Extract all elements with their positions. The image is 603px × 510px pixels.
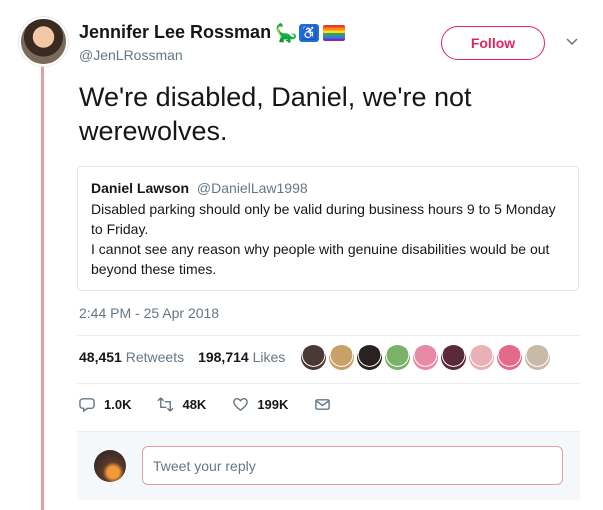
likes-label: Likes	[252, 349, 286, 365]
author-name-row: Jennifer Lee Rossman 🦕 ♿	[79, 22, 346, 43]
liker-avatar[interactable]	[413, 345, 438, 370]
dinosaur-icon: 🦕	[275, 22, 298, 43]
retweets-stat[interactable]: 48,451 Retweets	[79, 349, 184, 365]
thread-line	[41, 66, 44, 510]
reply-button[interactable]: 1.0K	[79, 396, 131, 413]
liker-avatar[interactable]	[357, 345, 382, 370]
quoted-author-handle: @DanielLaw1998	[196, 180, 308, 196]
liker-avatar[interactable]	[469, 345, 494, 370]
like-button[interactable]: 199K	[232, 396, 288, 413]
liker-avatar[interactable]	[385, 345, 410, 370]
wheelchair-icon: ♿	[299, 23, 320, 42]
reply-composer	[77, 431, 580, 500]
liker-avatar[interactable]	[525, 345, 550, 370]
envelope-icon	[315, 399, 331, 410]
like-count: 199K	[257, 397, 289, 412]
retweet-icon	[157, 397, 175, 412]
tweet-timestamp[interactable]: 2:44 PM - 25 Apr 2018	[79, 305, 219, 321]
avatar[interactable]	[19, 17, 68, 66]
liker-avatar[interactable]	[301, 345, 326, 370]
quoted-tweet-header: Daniel Lawson @DanielLaw1998	[91, 179, 566, 197]
heart-icon	[233, 398, 249, 412]
retweets-count: 48,451	[79, 349, 122, 365]
quoted-tweet-text-line2: I cannot see any reason why people with …	[91, 241, 550, 277]
quoted-tweet-text-line1: Disabled parking should only be valid du…	[91, 201, 556, 237]
author-display-name[interactable]: Jennifer Lee Rossman	[79, 22, 271, 43]
reply-input[interactable]	[142, 446, 563, 485]
retweet-button[interactable]: 48K	[157, 396, 206, 413]
direct-message-button[interactable]	[314, 396, 331, 413]
likes-stat[interactable]: 198,714 Likes	[198, 349, 285, 365]
liker-avatar[interactable]	[329, 345, 354, 370]
author-handle[interactable]: @JenLRossman	[79, 47, 183, 63]
divider	[77, 335, 580, 336]
quoted-author-name: Daniel Lawson	[91, 180, 190, 196]
reply-icon	[79, 398, 95, 413]
rainbow-flag-icon	[323, 24, 346, 41]
likes-count: 198,714	[198, 349, 249, 365]
chevron-down-icon[interactable]	[566, 35, 578, 47]
reply-count: 1.0K	[104, 397, 132, 412]
current-user-avatar	[94, 450, 126, 482]
retweets-label: Retweets	[125, 349, 185, 365]
divider	[77, 383, 580, 384]
retweet-count: 48K	[182, 397, 207, 412]
tweet-text: We're disabled, Daniel, we're not werewo…	[79, 82, 472, 146]
quoted-tweet[interactable]: Daniel Lawson @DanielLaw1998 Disabled pa…	[77, 166, 579, 291]
liker-avatars	[301, 345, 550, 370]
follow-button[interactable]: Follow	[441, 26, 545, 60]
tweet-actions: 1.0K 48K 199K	[79, 396, 357, 413]
engagement-stats: 48,451 Retweets 198,714 Likes	[79, 349, 285, 365]
liker-avatar[interactable]	[497, 345, 522, 370]
liker-avatar[interactable]	[441, 345, 466, 370]
